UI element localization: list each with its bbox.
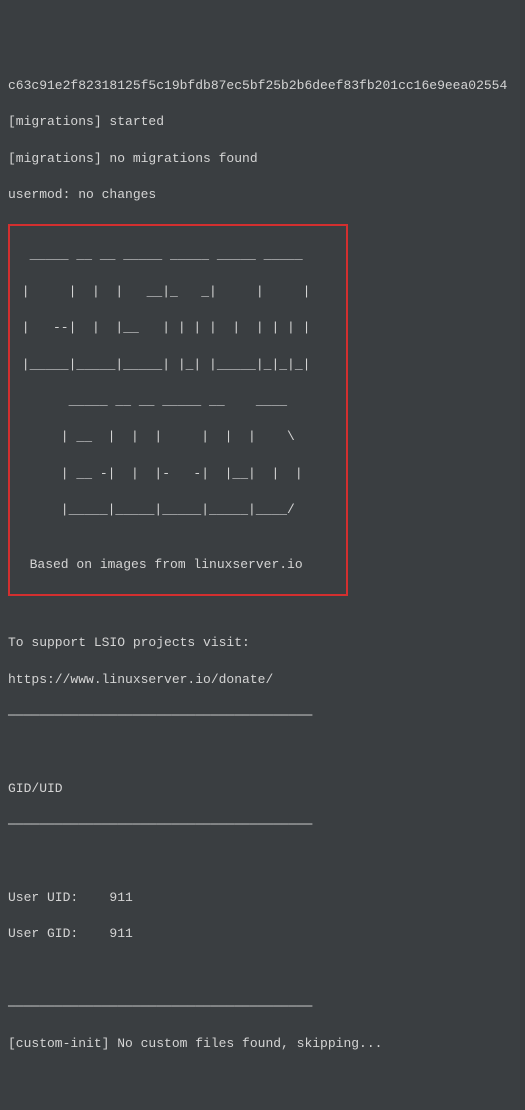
blank-line	[8, 598, 517, 616]
usermod-line: usermod: no changes	[8, 186, 517, 204]
blank-line	[8, 853, 517, 871]
banner-line-4: |_____|_____|_____| |_| |_____|_|_|_|	[14, 356, 342, 374]
banner-line-6: | __ | | | | | | \	[14, 428, 342, 446]
migrations-none: [migrations] no migrations found	[8, 150, 517, 168]
migrations-started: [migrations] started	[8, 113, 517, 131]
user-uid: User UID: 911	[8, 889, 517, 907]
blank-line	[8, 744, 517, 762]
support-text: To support LSIO projects visit:	[8, 634, 517, 652]
banner-line-7: | __ -| | |- -| |__| | |	[14, 465, 342, 483]
banner-line-1: _____ __ __ _____ _____ _____ _____	[14, 246, 342, 264]
divider-3: ───────────────────────────────────────	[8, 998, 517, 1016]
gid-uid-header: GID/UID	[8, 780, 517, 798]
user-gid: User GID: 911	[8, 925, 517, 943]
divider-1: ───────────────────────────────────────	[8, 707, 517, 725]
support-url: https://www.linuxserver.io/donate/	[8, 671, 517, 689]
hash-line: c63c91e2f82318125f5c19bfdb87ec5bf25b2b6d…	[8, 77, 517, 95]
custom-init: [custom-init] No custom files found, ski…	[8, 1035, 517, 1053]
ascii-banner-box: _____ __ __ _____ _____ _____ _____ | | …	[8, 224, 348, 596]
blank-line	[8, 962, 517, 980]
divider-2: ───────────────────────────────────────	[8, 816, 517, 834]
banner-line-8: |_____|_____|_____|_____|____/	[14, 501, 342, 519]
banner-credit: Based on images from linuxserver.io	[14, 556, 342, 574]
banner-line-3: | --| | |__ | | | | | | | | |	[14, 319, 342, 337]
banner-line-2: | | | | __|_ _| | |	[14, 283, 342, 301]
banner-line-5: _____ __ __ _____ __ ____	[14, 392, 342, 410]
